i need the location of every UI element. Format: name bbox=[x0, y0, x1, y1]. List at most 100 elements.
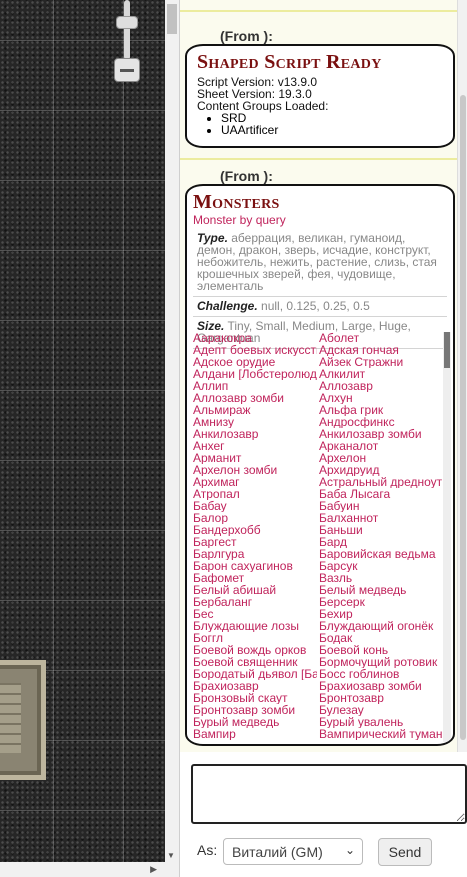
map-token[interactable] bbox=[0, 660, 46, 780]
monster-link[interactable]: Амнизу bbox=[193, 416, 317, 428]
chat-log[interactable]: (From ): Shaped Script Ready Script Vers… bbox=[180, 0, 467, 752]
monster-link[interactable]: Андросфинкс bbox=[319, 416, 443, 428]
monster-link[interactable]: Бербаланг bbox=[193, 596, 317, 608]
monster-link[interactable]: Балханнот bbox=[319, 512, 443, 524]
monster-link[interactable]: Бородатый дьявол [Барбазу] bbox=[193, 668, 317, 680]
chat-input[interactable] bbox=[191, 764, 467, 824]
monster-link[interactable]: Бехир bbox=[319, 608, 443, 620]
monster-list-scrollbar[interactable] bbox=[443, 332, 451, 742]
send-button[interactable]: Send bbox=[378, 838, 432, 866]
speak-as-value: Виталий (GM) bbox=[232, 844, 323, 860]
scrollbar-thumb[interactable] bbox=[167, 4, 177, 34]
monster-link[interactable]: Аллип bbox=[193, 380, 317, 392]
monster-link[interactable]: Алдани [Лобстеролюд] bbox=[193, 368, 317, 380]
monster-link[interactable]: Боевой священник bbox=[193, 656, 317, 668]
monster-link[interactable]: Баргест bbox=[193, 536, 317, 548]
monster-link[interactable]: Арманит bbox=[193, 452, 317, 464]
monster-link[interactable]: Брахиозавр зомби bbox=[319, 680, 443, 692]
monster-link[interactable]: Бабау bbox=[193, 500, 317, 512]
monster-link[interactable]: Аллозавр bbox=[319, 380, 443, 392]
monster-link[interactable]: Баровийская ведьма bbox=[319, 548, 443, 560]
monster-link[interactable]: Вампирический туман bbox=[319, 728, 443, 740]
challenge-filter: Challenge. null, 0.125, 0.25, 0.5 bbox=[193, 297, 447, 317]
monster-link[interactable]: Архелон bbox=[319, 452, 443, 464]
monster-link[interactable]: Адепт боевых искусств bbox=[193, 344, 317, 356]
monster-link[interactable]: Барсук bbox=[319, 560, 443, 572]
monster-link[interactable]: Барлгура bbox=[193, 548, 317, 560]
monster-link[interactable]: Алхун bbox=[319, 392, 443, 404]
zoom-slider-track[interactable] bbox=[124, 0, 130, 60]
minus-icon bbox=[120, 68, 134, 72]
monster-link[interactable]: Аллозавр зомби bbox=[193, 392, 317, 404]
message-sender: (From ): bbox=[220, 28, 273, 44]
monster-link[interactable]: Босс гоблинов bbox=[319, 668, 443, 680]
monster-link[interactable]: Бронтозавр bbox=[319, 692, 443, 704]
map-horizontal-scrollbar[interactable]: ▶ bbox=[0, 862, 179, 877]
monster-link[interactable]: Бронзовый скаут bbox=[193, 692, 317, 704]
monster-link[interactable]: Бабуин bbox=[319, 500, 443, 512]
monster-link[interactable]: Бронтозавр зомби bbox=[193, 704, 317, 716]
monster-link[interactable]: Блуждающий огонёк bbox=[319, 620, 443, 632]
monster-link[interactable]: Булезау bbox=[319, 704, 443, 716]
content-groups-list: SRD UAArtificer bbox=[197, 112, 443, 136]
monster-list[interactable]: Ааракокра Аболет Адепт боевых искусств Адск… bbox=[193, 332, 449, 742]
monster-link[interactable]: Адское орудие bbox=[193, 356, 317, 368]
monster-link[interactable]: Балор bbox=[193, 512, 317, 524]
monster-link[interactable]: Боевой конь bbox=[319, 644, 443, 656]
monster-link[interactable]: Брахиозавр bbox=[193, 680, 317, 692]
monster-link[interactable]: Баба Лысага bbox=[319, 488, 443, 500]
monster-link[interactable]: Белый абишай bbox=[193, 584, 317, 596]
monster-link[interactable]: Атропал bbox=[193, 488, 317, 500]
monster-link[interactable]: Бурый медведь bbox=[193, 716, 317, 728]
monster-link[interactable]: Белый медведь bbox=[319, 584, 443, 596]
monster-link[interactable]: Блуждающие лозы bbox=[193, 620, 317, 632]
monster-link[interactable]: Адская гончая bbox=[319, 344, 443, 356]
monster-link[interactable]: Бес bbox=[193, 608, 317, 620]
monster-link[interactable]: Бард bbox=[319, 536, 443, 548]
monster-link[interactable]: Боевой вождь орков bbox=[193, 644, 317, 656]
monster-link[interactable]: Ааракокра bbox=[193, 332, 317, 344]
monster-link[interactable]: Бодак bbox=[319, 632, 443, 644]
card-subtitle: Monster by query bbox=[193, 213, 286, 227]
monster-link[interactable]: Альфа грик bbox=[319, 404, 443, 416]
monster-link[interactable]: Архелон зомби bbox=[193, 464, 317, 476]
monster-link[interactable]: Бафомет bbox=[193, 572, 317, 584]
monster-link[interactable]: Алкилит bbox=[319, 368, 443, 380]
monster-link[interactable]: Архимаг bbox=[193, 476, 317, 488]
monster-link[interactable]: Вазль bbox=[319, 572, 443, 584]
scrollbar-thumb[interactable] bbox=[444, 332, 450, 368]
monster-link[interactable]: Астральный дредноут bbox=[319, 476, 443, 488]
monster-link[interactable]: Аболет bbox=[319, 332, 443, 344]
speak-as-select[interactable]: Виталий (GM) ⌄ bbox=[223, 838, 363, 865]
chat-panel: (From ): Shaped Script Ready Script Vers… bbox=[179, 0, 467, 877]
monster-link[interactable]: Анкилозавр зомби bbox=[319, 428, 443, 440]
message-divider bbox=[180, 158, 458, 160]
type-filter: Type. аберрация, великан, гуманоид, демо… bbox=[193, 229, 447, 297]
chat-log-scrollbar[interactable] bbox=[457, 0, 467, 752]
monster-link[interactable]: Баньши bbox=[319, 524, 443, 536]
monster-link[interactable]: Альмираж bbox=[193, 404, 317, 416]
monster-link[interactable]: Бормочущий ротовик bbox=[319, 656, 443, 668]
map-vertical-scrollbar[interactable]: ▼ bbox=[165, 0, 179, 862]
monster-link[interactable]: Берсерк bbox=[319, 596, 443, 608]
monster-link[interactable]: Барон сахуагинов bbox=[193, 560, 317, 572]
scroll-down-arrow-icon[interactable]: ▼ bbox=[167, 851, 175, 860]
monster-link[interactable]: Бандерхобб bbox=[193, 524, 317, 536]
scroll-right-arrow-icon[interactable]: ▶ bbox=[150, 864, 157, 875]
zoom-slider-handle[interactable] bbox=[116, 16, 138, 29]
zoom-out-button[interactable] bbox=[114, 58, 140, 82]
challenge-values: null, 0.125, 0.25, 0.5 bbox=[261, 299, 370, 313]
monster-link[interactable]: Анхег bbox=[193, 440, 317, 452]
monster-link[interactable]: Боггл bbox=[193, 632, 317, 644]
as-label: As: bbox=[197, 842, 218, 858]
card-title: Shaped Script Ready bbox=[197, 51, 382, 73]
monster-grid: Ааракокра Аболет Адепт боевых искусств Адск… bbox=[193, 332, 449, 740]
monster-link[interactable]: Вампир bbox=[193, 728, 317, 740]
map-canvas[interactable] bbox=[0, 0, 165, 862]
monster-link[interactable]: Айзек Стражни bbox=[319, 356, 443, 368]
scrollbar-thumb[interactable] bbox=[460, 95, 466, 740]
monster-link[interactable]: Арканалот bbox=[319, 440, 443, 452]
monster-link[interactable]: Архидруид bbox=[319, 464, 443, 476]
monster-link[interactable]: Анкилозавр bbox=[193, 428, 317, 440]
monster-link[interactable]: Бурый увалень bbox=[319, 716, 443, 728]
